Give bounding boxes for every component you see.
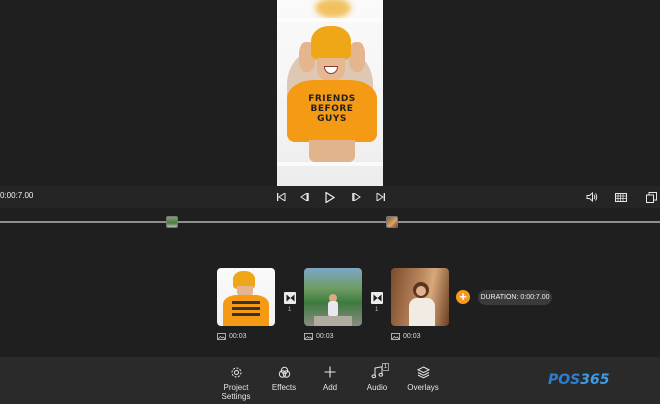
step-back-icon[interactable]: [298, 189, 310, 205]
clip-face: [416, 286, 426, 296]
transition-count: 1: [288, 307, 292, 313]
image-icon: [217, 332, 226, 340]
overlays-button[interactable]: Overlays: [398, 365, 448, 392]
audio-count-badge: 1: [382, 363, 389, 371]
playback-control-bar: 0:00:7.00: [0, 186, 660, 208]
transition-count: 1: [375, 307, 379, 313]
skip-next-icon[interactable]: [374, 189, 386, 205]
add-clip-button[interactable]: +: [456, 290, 470, 304]
volume-icon[interactable]: [585, 189, 599, 205]
clip-dress: [409, 298, 435, 326]
clip-duration: 00:03: [229, 332, 247, 340]
preview-hand-right: [349, 42, 365, 72]
overlays-label: Overlays: [407, 383, 439, 392]
pos365-watermark-logo: POS365: [548, 372, 609, 388]
play-icon[interactable]: [323, 189, 337, 205]
project-settings-button[interactable]: Project Settings: [211, 365, 261, 401]
clip-meta: 00:03: [304, 331, 334, 341]
step-forward-icon[interactable]: [350, 189, 362, 205]
clip-road: [314, 316, 352, 326]
gear-icon: [229, 365, 243, 379]
image-icon: [304, 332, 313, 340]
transition-icon[interactable]: [371, 292, 383, 304]
clip-meta: 00:03: [391, 331, 421, 341]
image-icon: [391, 332, 400, 340]
clip-duration: 00:03: [316, 332, 334, 340]
effects-icon: [277, 365, 291, 379]
add-button[interactable]: Add: [305, 365, 355, 392]
layers-icon: [416, 365, 430, 379]
preview-belly: [309, 140, 355, 162]
add-label: Add: [322, 383, 338, 392]
audio-label: Audio: [366, 383, 388, 392]
shirt-line-3: GUYS: [317, 114, 347, 124]
clip-shirt-print: [232, 301, 260, 304]
clip-duration: 00:03: [403, 332, 421, 340]
preview-frame-stripe-bottom: [277, 162, 383, 166]
scrubber-thumbnail[interactable]: [166, 216, 178, 228]
storyboard-clip[interactable]: [304, 268, 362, 326]
transition-icon[interactable]: [284, 292, 296, 304]
clip-person-body: [328, 301, 338, 317]
preview-frame-stripe: [277, 18, 383, 22]
total-duration-badge: DURATION: 0:00:7.00: [478, 290, 552, 305]
shirt-line-1: FRIENDS: [308, 94, 356, 104]
effects-label: Effects: [271, 383, 297, 392]
preview-area: FRIENDS BEFORE GUYS: [0, 0, 660, 186]
aspect-ratio-icon[interactable]: [614, 189, 628, 205]
scrubber-thumbnail[interactable]: [386, 216, 398, 228]
watermark-brand: POS: [548, 372, 581, 388]
project-settings-label: Project Settings: [221, 383, 251, 401]
clip-shirt-print: [232, 307, 260, 310]
audio-button[interactable]: 1 Audio: [352, 363, 402, 392]
shirt-line-2: BEFORE: [310, 104, 354, 114]
watermark-number: 365: [580, 372, 610, 388]
plus-icon: [323, 365, 337, 379]
storyboard-clip[interactable]: [217, 268, 275, 326]
fullscreen-icon[interactable]: [644, 189, 658, 205]
skip-previous-icon[interactable]: [275, 189, 287, 205]
preview-beanie: [311, 26, 351, 60]
clip-meta: 00:03: [217, 331, 247, 341]
clip-shirt: [223, 295, 269, 326]
timeline-scrubber-track[interactable]: [0, 221, 660, 223]
effects-button[interactable]: Effects: [259, 365, 309, 392]
time-readout: 0:00:7.00: [0, 191, 34, 200]
clip-shirt-print: [232, 313, 260, 316]
video-preview[interactable]: FRIENDS BEFORE GUYS: [277, 0, 383, 186]
preview-shirt-text: FRIENDS BEFORE GUYS: [307, 94, 357, 124]
storyboard-clip[interactable]: [391, 268, 449, 326]
